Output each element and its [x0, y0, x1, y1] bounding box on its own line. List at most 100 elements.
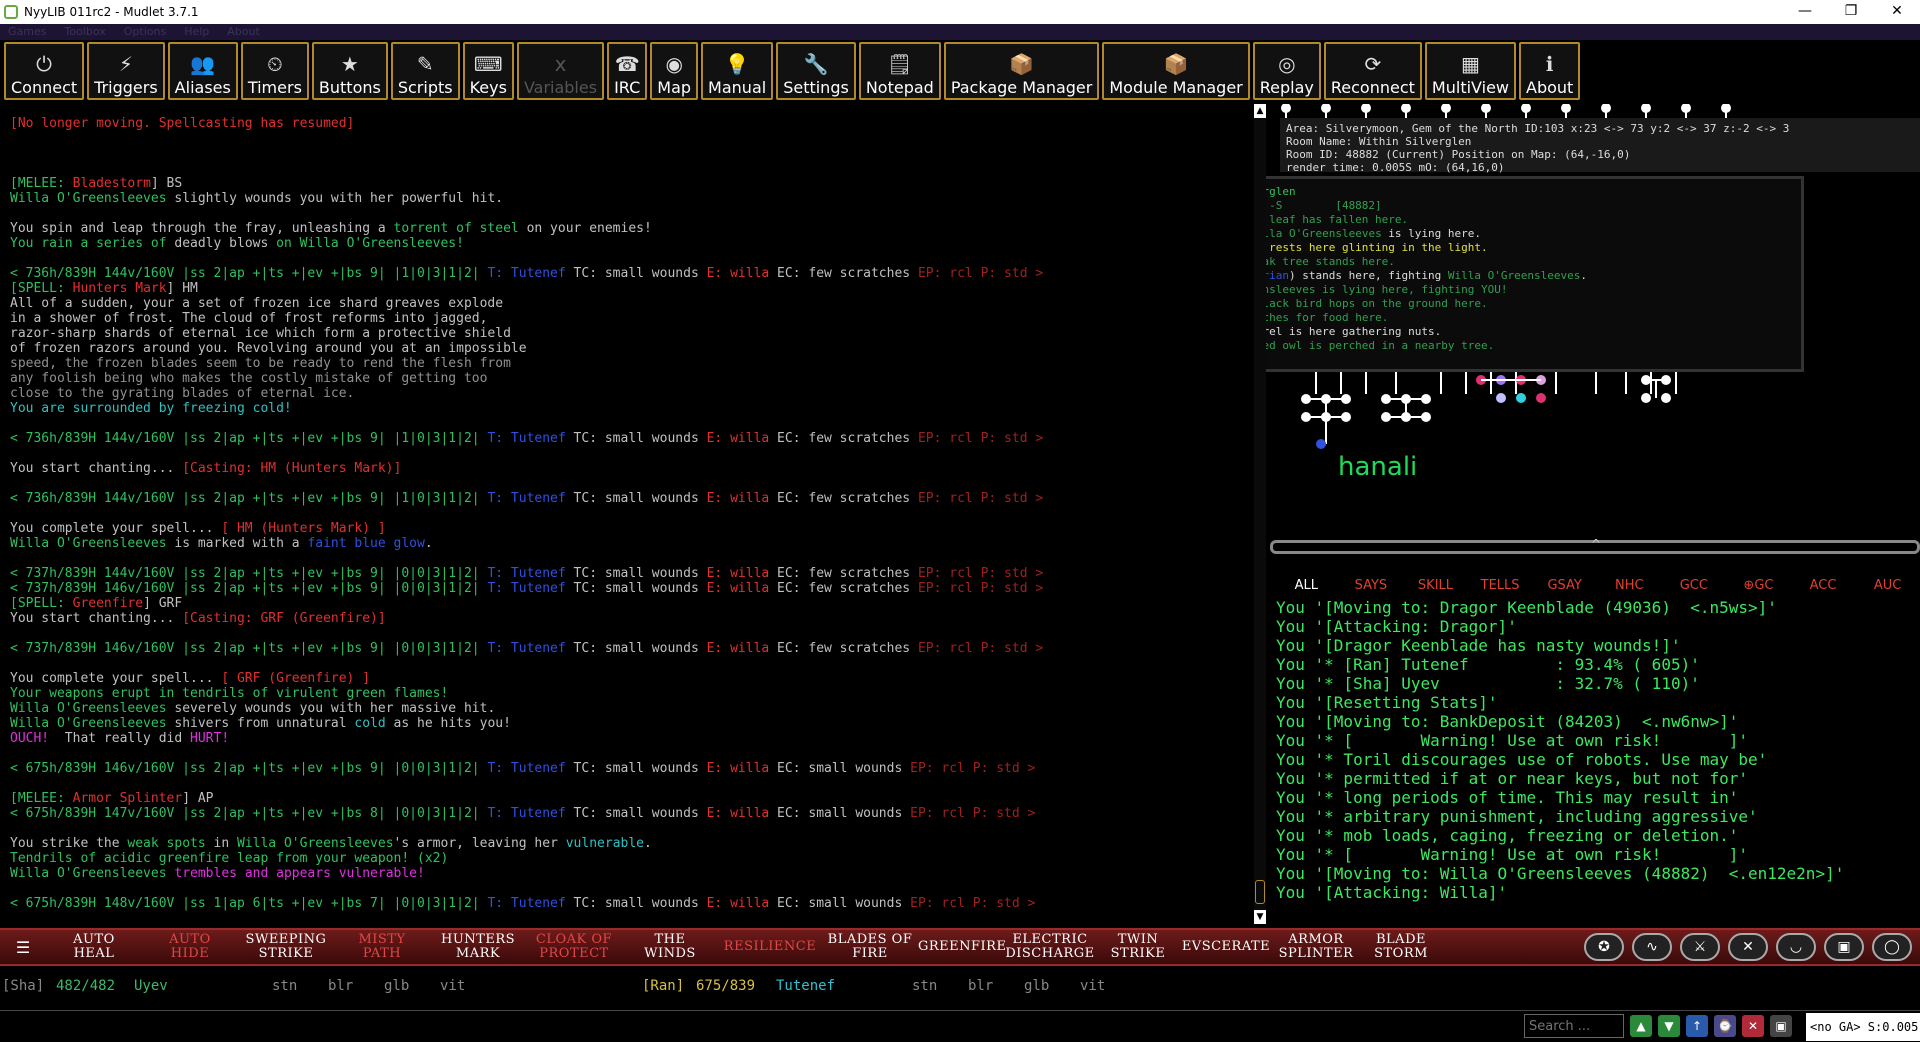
- skill-blades-of-fire-button[interactable]: Blades Of Fire: [822, 933, 918, 961]
- map-room-node[interactable]: [1361, 104, 1371, 113]
- map-room-node[interactable]: [1681, 104, 1691, 113]
- dragon-icon[interactable]: ⚔: [1680, 933, 1720, 961]
- toolbar-connect-button[interactable]: ⏻ Connect: [4, 42, 85, 100]
- pentagram-icon[interactable]: ✪: [1584, 933, 1624, 961]
- chat-tab-tells[interactable]: TELLS: [1468, 574, 1533, 598]
- output-text: [Casting: HM (Hunters Mark)]: [182, 461, 402, 476]
- skill-auto-heal-button[interactable]: Auto Heal: [46, 933, 142, 961]
- scroll-down-arrow[interactable]: ▼: [1254, 910, 1266, 924]
- menu-games[interactable]: Games: [8, 24, 46, 40]
- toolbar-keys-button[interactable]: ⌨ Keys: [462, 42, 514, 100]
- skill-evscerate-button[interactable]: Evscerate: [1178, 940, 1274, 954]
- skill-armor-splinter-button[interactable]: Armor Splinter: [1274, 933, 1358, 961]
- map-room-node[interactable]: [1321, 104, 1331, 113]
- skill-cloak-of-protect-button[interactable]: Cloak Of Protect: [526, 933, 622, 961]
- pane-splitter[interactable]: ^: [1270, 537, 1920, 554]
- minimize-button[interactable]: —: [1782, 0, 1828, 24]
- output-text: ] HM: [166, 281, 198, 296]
- map-room-node[interactable]: [1641, 393, 1651, 403]
- armor-icon[interactable]: ▣: [1824, 933, 1864, 961]
- toolbar-aliases-button[interactable]: 👥 Aliases: [167, 42, 238, 100]
- toolbar-label: Connect: [11, 78, 78, 97]
- emergency-stop-icon[interactable]: ▣: [1770, 1015, 1792, 1037]
- main-console[interactable]: [No longer moving. Spellcasting has resu…: [0, 108, 1256, 928]
- map-room-node[interactable]: [1481, 104, 1491, 113]
- chat-tab-gsay[interactable]: GSAY: [1532, 574, 1597, 598]
- skill-sweeping-strike-button[interactable]: Sweeping Strike: [238, 933, 334, 961]
- main-console-scrollbar[interactable]: ▲ ▼: [1254, 104, 1266, 924]
- skill-auto-hide-button[interactable]: Auto Hide: [142, 933, 238, 961]
- toolbar-buttons-button[interactable]: ★ Buttons: [311, 42, 388, 100]
- chat-console[interactable]: You '[Moving to: Dragor Keenblade (49036…: [1270, 598, 1920, 904]
- toolbar-map-button[interactable]: ◉ Map: [650, 42, 699, 100]
- chat-tab-gc[interactable]: ⊕GC: [1726, 574, 1791, 598]
- chat-tab-acc[interactable]: ACC: [1791, 574, 1856, 598]
- menu-toolbox[interactable]: Toolbox: [64, 24, 105, 40]
- skill-misty-path-button[interactable]: Misty Path: [334, 933, 430, 961]
- maximize-button[interactable]: ❐: [1828, 0, 1874, 24]
- map-room-node[interactable]: [1521, 104, 1531, 113]
- toolbar-triggers-button[interactable]: ⚡ Triggers: [87, 42, 165, 100]
- map-room-node[interactable]: [1536, 393, 1546, 403]
- toolbar-settings-button[interactable]: 🔧 Settings: [776, 42, 856, 100]
- chat-tab-skill[interactable]: SKILL: [1403, 574, 1468, 598]
- chat-tab-nhc[interactable]: NHC: [1597, 574, 1662, 598]
- toolbar-package-manager-button[interactable]: 📦 Package Manager: [943, 42, 1100, 100]
- menu-options[interactable]: Options: [124, 24, 166, 40]
- skill-hunters-mark-button[interactable]: Hunters Mark: [430, 933, 526, 961]
- chat-tab-says[interactable]: SAYS: [1339, 574, 1404, 598]
- ring-icon[interactable]: ◯: [1872, 933, 1912, 961]
- toolbar-about-button[interactable]: ℹ About: [1519, 42, 1581, 100]
- scroll-up-arrow[interactable]: ▲: [1254, 104, 1266, 118]
- timestamp-icon[interactable]: ⌚: [1714, 1015, 1736, 1037]
- toolbar-reconnect-button[interactable]: ⟳ Reconnect: [1323, 42, 1422, 100]
- arrow-up-icon[interactable]: ▲: [1630, 1015, 1652, 1037]
- map-room-node[interactable]: [1316, 439, 1326, 449]
- search-input[interactable]: [1524, 1014, 1624, 1038]
- hamburger-menu-icon[interactable]: ☰: [0, 938, 46, 957]
- skill-greenfire-button[interactable]: Greenfire: [918, 940, 1006, 954]
- toolbar-manual-button[interactable]: 💡 Manual: [701, 42, 774, 100]
- skill-electric-discharge-button[interactable]: Electric Discharge: [1002, 933, 1098, 961]
- map-room-node[interactable]: [1721, 104, 1731, 113]
- output-text: [ HM (Hunters Mark) ]: [221, 521, 386, 536]
- star-icon: ★: [340, 52, 359, 76]
- toolbar-notepad-button[interactable]: 🗒 Notepad: [858, 42, 941, 100]
- close-button[interactable]: ✕: [1874, 0, 1920, 24]
- chat-tab-all[interactable]: ALL: [1274, 574, 1339, 598]
- skill-blade-storm-button[interactable]: Blade Storm: [1358, 933, 1444, 961]
- map-room-node[interactable]: [1641, 104, 1651, 113]
- output-text: Willa O'Greensleeves: [10, 536, 167, 551]
- chat-tab-gcc[interactable]: GCC: [1662, 574, 1727, 598]
- toolbar-irc-button[interactable]: ☎ IRC: [607, 42, 648, 100]
- map-room-node[interactable]: [1601, 104, 1611, 113]
- map-room-node[interactable]: [1516, 393, 1526, 403]
- crossed-swords-icon[interactable]: ✕: [1728, 933, 1768, 961]
- log-icon[interactable]: ✕: [1742, 1015, 1764, 1037]
- scroll-thumb[interactable]: [1255, 880, 1265, 904]
- pulse-icon[interactable]: ∿: [1632, 933, 1672, 961]
- toolbar-module-manager-button[interactable]: 📦 Module Manager: [1102, 42, 1250, 100]
- output-text: EC: few scratches: [769, 641, 918, 656]
- toolbar-variables-button[interactable]: x Variables: [516, 42, 605, 100]
- info-icon[interactable]: ↑: [1686, 1015, 1708, 1037]
- mapper[interactable]: Area: Silverymoon, Gem of the North ID:1…: [1266, 104, 1920, 540]
- map-room-node[interactable]: [1561, 104, 1571, 113]
- toolbar-replay-button[interactable]: ◎ Replay: [1252, 42, 1321, 100]
- map-room-node[interactable]: [1401, 104, 1411, 113]
- skill-resilience-button[interactable]: Resilience: [718, 940, 822, 954]
- map-room-node[interactable]: [1441, 104, 1451, 113]
- map-room-node[interactable]: [1496, 393, 1506, 403]
- cup-icon[interactable]: ◡: [1776, 933, 1816, 961]
- toolbar-timers-button[interactable]: ⏲ Timers: [240, 42, 309, 100]
- menu-about[interactable]: About: [227, 24, 260, 40]
- map-room-node[interactable]: [1661, 393, 1671, 403]
- menu-help[interactable]: Help: [184, 24, 209, 40]
- skill-twin-strike-button[interactable]: Twin Strike: [1098, 933, 1178, 961]
- map-room-node[interactable]: [1281, 104, 1291, 113]
- chat-tab-auc[interactable]: AUC: [1855, 574, 1920, 598]
- toolbar-scripts-button[interactable]: ✎ Scripts: [390, 42, 460, 100]
- toolbar-multiview-button[interactable]: ▦ MultiView: [1424, 42, 1516, 100]
- skill-the-winds-button[interactable]: The Winds: [622, 933, 718, 961]
- arrow-down-icon[interactable]: ▼: [1658, 1015, 1680, 1037]
